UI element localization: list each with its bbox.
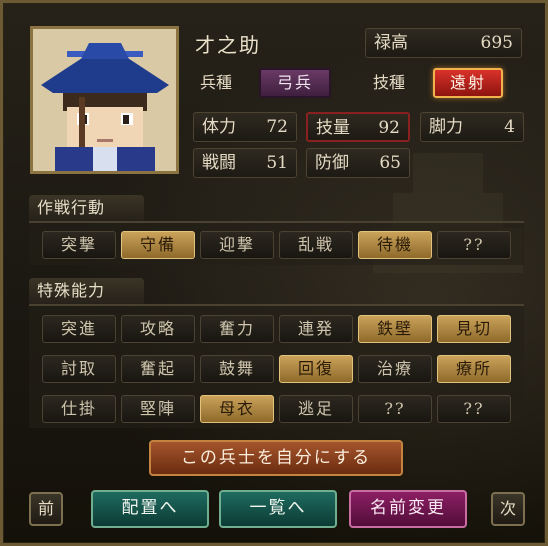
archer-portrait-icon (33, 29, 176, 171)
prev-button[interactable]: 前 (29, 492, 63, 526)
stipend-box: 禄高 695 (365, 28, 522, 58)
ability-button[interactable]: 鼓舞 (200, 355, 274, 383)
troop-type-badge: 弓兵 (259, 68, 331, 98)
ability-button[interactable]: 攻略 (121, 315, 195, 343)
stat-value: 92 (378, 118, 400, 138)
stat-label: 戦闘 (202, 153, 236, 173)
rename-button[interactable]: 名前変更 (349, 490, 467, 528)
ability-button[interactable]: 討取 (42, 355, 116, 383)
list-button[interactable]: 一覧へ (219, 490, 337, 528)
ability-button[interactable]: 治療 (358, 355, 432, 383)
stat-value: 65 (379, 153, 401, 173)
stat-label: 防御 (315, 153, 349, 173)
ability-button[interactable]: 奮力 (200, 315, 274, 343)
stat-defense: 防御 65 (306, 148, 410, 178)
stipend-label: 禄高 (374, 33, 408, 53)
unit-portrait (30, 26, 179, 174)
ability-button[interactable]: 逃足 (279, 395, 353, 423)
ability-button[interactable]: 鉄壁 (358, 315, 432, 343)
ability-button[interactable]: 仕掛 (42, 395, 116, 423)
skill-type-badge: 遠射 (433, 68, 503, 98)
stat-skill: 技量 92 (306, 112, 410, 142)
stat-value: 4 (504, 117, 515, 137)
castle-background-decoration (413, 153, 483, 193)
tactic-button[interactable]: 乱戦 (279, 231, 353, 259)
stat-label: 技量 (316, 118, 350, 138)
stat-label: 脚力 (429, 117, 463, 137)
ability-button[interactable]: 母衣 (200, 395, 274, 423)
stat-legs: 脚力 4 (420, 112, 524, 142)
abilities-header: 特殊能力 (29, 278, 144, 304)
ability-button[interactable]: ?? (437, 395, 511, 423)
ability-button[interactable]: 療所 (437, 355, 511, 383)
tactic-button[interactable]: ?? (437, 231, 511, 259)
tactic-button[interactable]: 迎撃 (200, 231, 274, 259)
ability-button[interactable]: 突進 (42, 315, 116, 343)
next-button[interactable]: 次 (491, 492, 525, 526)
stat-combat: 戦闘 51 (193, 148, 297, 178)
ability-button[interactable]: 堅陣 (121, 395, 195, 423)
stat-stamina: 体力 72 (193, 112, 297, 142)
stat-label: 体力 (202, 117, 236, 137)
stat-value: 51 (266, 153, 288, 173)
tactic-button[interactable]: 待機 (358, 231, 432, 259)
unit-name: 才之助 (195, 33, 261, 57)
ability-button[interactable]: 奮起 (121, 355, 195, 383)
tactic-button[interactable]: 守備 (121, 231, 195, 259)
ability-button[interactable]: 連発 (279, 315, 353, 343)
deploy-button[interactable]: 配置へ (91, 490, 209, 528)
stipend-value: 695 (480, 33, 513, 53)
tactic-button[interactable]: 突撃 (42, 231, 116, 259)
troop-type-label: 兵種 (200, 73, 233, 92)
skill-type-label: 技種 (373, 73, 406, 92)
ability-button[interactable]: 回復 (279, 355, 353, 383)
make-own-button[interactable]: この兵士を自分にする (149, 440, 403, 476)
ability-button[interactable]: ?? (358, 395, 432, 423)
tactics-header: 作戦行動 (29, 195, 144, 221)
ability-button[interactable]: 見切 (437, 315, 511, 343)
stat-value: 72 (266, 117, 288, 137)
unit-detail-panel: 才之助 禄高 695 兵種 弓兵 技種 遠射 体力 72 技量 92 脚力 4 … (0, 0, 548, 546)
